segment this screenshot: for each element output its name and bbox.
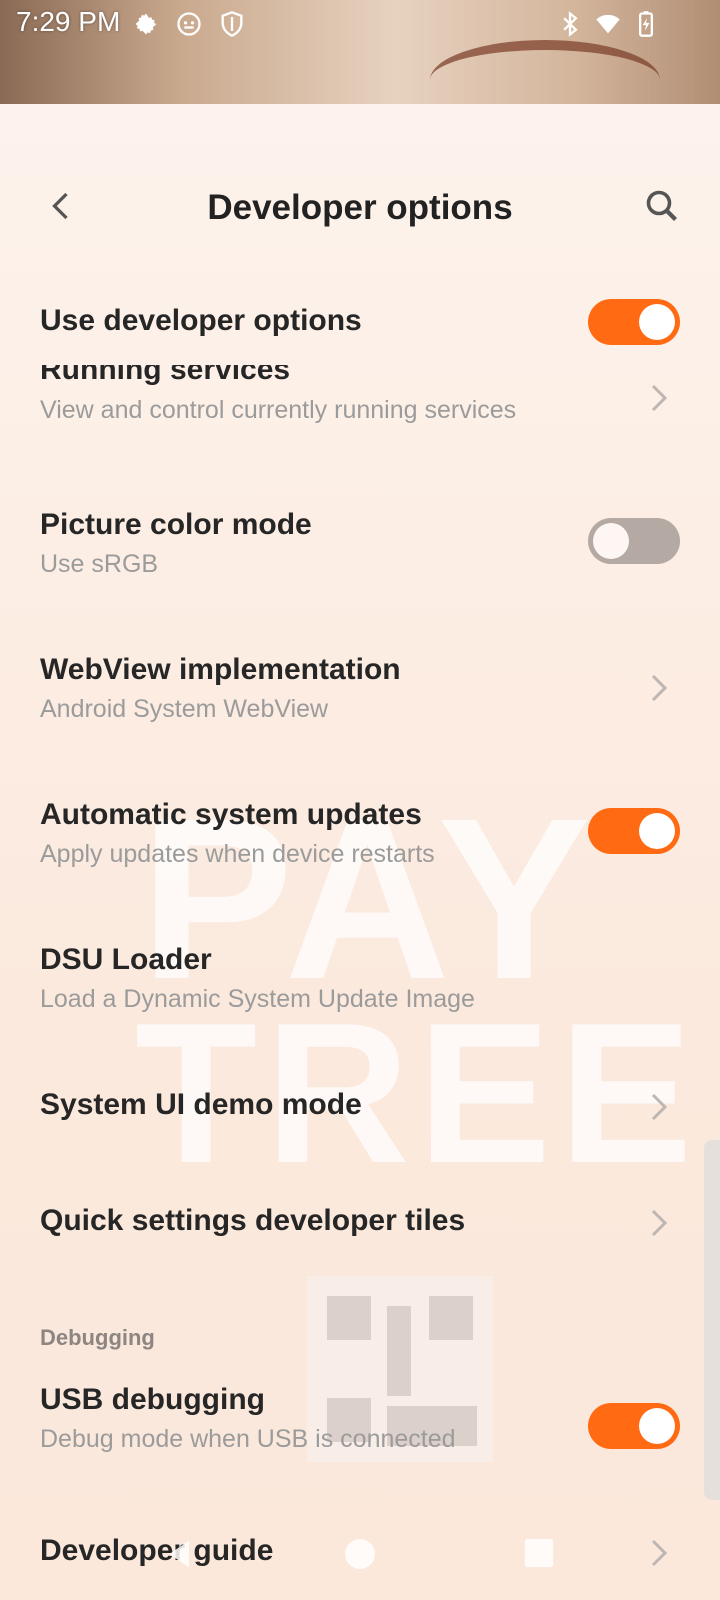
app-bar: Developer options [0, 150, 720, 260]
navigation-bar [0, 1520, 720, 1600]
status-bar: 7:29 PM [0, 0, 720, 48]
row-subtitle: Apply updates when device restarts [40, 840, 435, 868]
row-quick-settings-developer-tiles[interactable]: Quick settings developer tiles [0, 1196, 720, 1252]
chevron-right-icon [651, 674, 668, 702]
row-webview-implementation[interactable]: WebView implementation Android System We… [0, 645, 720, 735]
row-usb-debugging[interactable]: USB debugging Debug mode when USB is con… [0, 1375, 720, 1465]
battery-charging-icon [639, 11, 653, 37]
row-use-developer-options[interactable]: Use developer options [0, 284, 720, 360]
nav-recents-icon[interactable] [522, 1536, 556, 1570]
chevron-right-icon [651, 384, 668, 412]
picture-color-mode-toggle[interactable] [588, 518, 680, 564]
row-title: DSU Loader [40, 943, 212, 976]
toggle-knob [639, 304, 675, 340]
nav-back-icon[interactable] [162, 1536, 198, 1572]
row-dsu-loader[interactable]: DSU Loader Load a Dynamic System Update … [0, 935, 720, 1025]
row-title: WebView implementation [40, 653, 401, 686]
status-time: 7:29 PM [16, 6, 121, 37]
shield-icon [221, 11, 243, 37]
chevron-right-icon [651, 1093, 668, 1121]
toggle-knob [639, 813, 675, 849]
row-system-ui-demo-mode[interactable]: System UI demo mode [0, 1080, 720, 1136]
row-subtitle: Debug mode when USB is connected [40, 1425, 456, 1453]
row-subtitle: Load a Dynamic System Update Image [40, 985, 475, 1013]
nav-home-icon[interactable] [342, 1536, 378, 1572]
bluetooth-icon [563, 11, 578, 37]
row-picture-color-mode[interactable]: Picture color mode Use sRGB [0, 500, 720, 590]
row-title: Use developer options [40, 304, 362, 337]
wifi-icon [596, 14, 620, 34]
row-title: Quick settings developer tiles [40, 1204, 466, 1237]
use-developer-options-toggle[interactable] [588, 299, 680, 345]
gear-icon [135, 13, 157, 35]
row-title: Running services [40, 365, 291, 386]
row-title: Automatic system updates [40, 798, 422, 831]
page-title: Developer options [207, 188, 513, 227]
toggle-knob [593, 523, 629, 559]
row-subtitle: Use sRGB [40, 550, 159, 578]
toggle-knob [639, 1408, 675, 1444]
row-subtitle: Android System WebView [40, 695, 329, 723]
automatic-system-updates-toggle[interactable] [588, 808, 680, 854]
face-icon [177, 12, 201, 36]
section-header-debugging: Debugging [40, 1325, 155, 1350]
row-subtitle: View and control currently running servi… [40, 396, 517, 424]
row-automatic-system-updates[interactable]: Automatic system updates Apply updates w… [0, 790, 720, 880]
search-icon[interactable] [644, 188, 680, 224]
row-title: System UI demo mode [40, 1088, 362, 1121]
row-title: Picture color mode [40, 508, 312, 541]
usb-debugging-toggle[interactable] [588, 1403, 680, 1449]
chevron-right-icon [651, 1209, 668, 1237]
row-title: USB debugging [40, 1383, 265, 1416]
row-running-services[interactable]: Running services View and control curren… [0, 365, 720, 445]
